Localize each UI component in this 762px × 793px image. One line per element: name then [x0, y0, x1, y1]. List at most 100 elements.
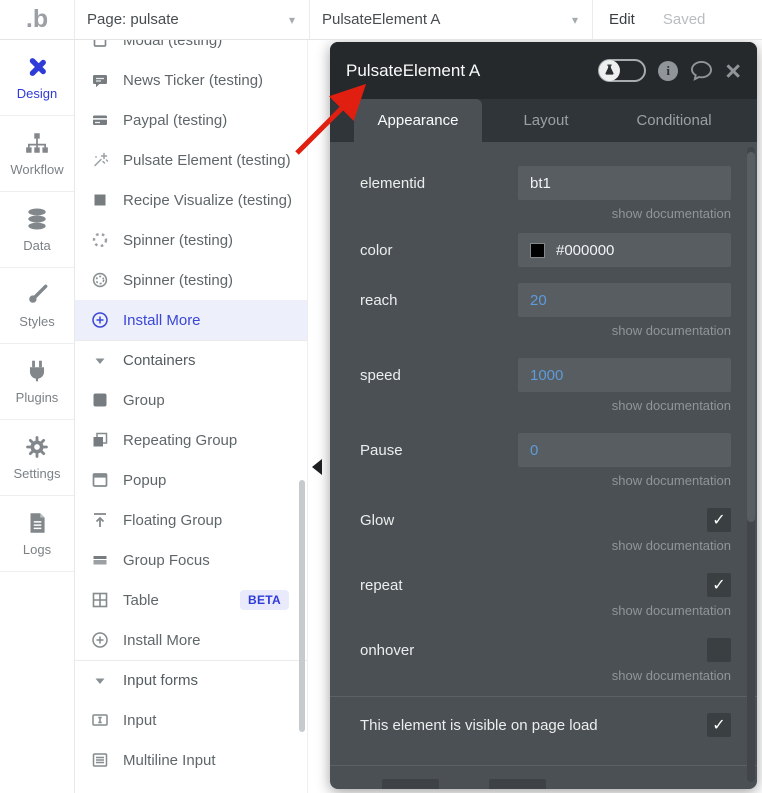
field-label: color — [360, 241, 393, 259]
rail-item-label: Styles — [19, 314, 55, 329]
popup-icon — [92, 473, 108, 487]
field-value: 0 — [530, 441, 539, 459]
palette-item-label: Group — [123, 391, 165, 409]
circle-plus-icon — [92, 632, 108, 648]
info-icon[interactable]: i — [658, 60, 679, 81]
show-documentation-link[interactable]: show documentation — [360, 668, 731, 683]
field-row-repeat: repeat — [360, 573, 731, 597]
comment-icon[interactable] — [690, 60, 713, 81]
property-editor-header: PulsateElement A i × — [330, 42, 757, 99]
field-row-onhover: onhover — [360, 638, 731, 662]
palette-item-group-focus[interactable]: Group Focus — [75, 540, 307, 580]
show-documentation-link[interactable]: show documentation — [360, 538, 731, 553]
flask-toggle-icon[interactable] — [598, 59, 647, 82]
visible-on-page-load-label: This element is visible on page load — [360, 716, 598, 734]
position-footer: X 73 Y 256 — [330, 765, 757, 789]
palette-item-label: Modal (testing) — [123, 40, 223, 49]
property-editor-body: elementid bt1 show documentation color #… — [330, 166, 757, 789]
element-title: PulsateElement A — [346, 60, 481, 80]
palette-item-label: Pulsate Element (testing) — [123, 151, 291, 169]
show-documentation-link[interactable]: show documentation — [360, 603, 731, 618]
palette-item-floating-group[interactable]: Floating Group — [75, 500, 307, 540]
field-label: speed — [360, 366, 401, 384]
field-value: bt1 — [530, 174, 551, 192]
palette-item-install-more-2[interactable]: Install More — [75, 620, 307, 660]
group-focus-icon — [93, 556, 107, 565]
show-documentation-link[interactable]: show documentation — [360, 323, 731, 338]
show-documentation-link[interactable]: show documentation — [360, 398, 731, 413]
tab-appearance[interactable]: Appearance — [354, 99, 482, 142]
palette-item-label: Floating Group — [123, 511, 223, 529]
show-documentation-link[interactable]: show documentation — [360, 473, 731, 488]
divider — [330, 696, 757, 697]
pause-field[interactable]: 0 — [518, 433, 731, 467]
field-label: Glow — [360, 511, 395, 529]
beta-badge: BETA — [240, 590, 289, 610]
rail-item-logs[interactable]: Logs — [0, 496, 74, 572]
visible-on-page-load-checkbox[interactable] — [707, 713, 731, 737]
glow-checkbox[interactable] — [707, 508, 731, 532]
palette-item-popup[interactable]: Popup — [75, 460, 307, 500]
property-tabs: Appearance Layout Conditional — [330, 99, 757, 142]
speed-field[interactable]: 1000 — [518, 358, 731, 392]
reach-field[interactable]: 20 — [518, 283, 731, 317]
palette-item-spinner-1[interactable]: Spinner (testing) — [75, 220, 307, 260]
bubble-logo[interactable]: .b — [0, 0, 75, 39]
palette-item-repeating-group[interactable]: Repeating Group — [75, 420, 307, 460]
spinner-dots-icon — [92, 232, 108, 248]
palette-item-group[interactable]: Group — [75, 380, 307, 420]
rail-item-plugins[interactable]: Plugins — [0, 344, 74, 420]
rail-item-workflow[interactable]: Workflow — [0, 116, 74, 192]
color-field[interactable]: #000000 — [518, 233, 731, 267]
field-label: Pause — [360, 441, 403, 459]
chevron-down-icon: ▾ — [571, 12, 578, 27]
tab-layout[interactable]: Layout — [482, 99, 610, 142]
y-input[interactable]: 256 — [489, 779, 547, 789]
palette-item-input[interactable]: Input — [75, 700, 307, 740]
palette-item-label: Table — [123, 591, 159, 609]
property-editor: PulsateElement A i × Appearance Layout C… — [330, 42, 757, 789]
repeat-checkbox[interactable] — [707, 573, 731, 597]
rail-item-design[interactable]: Design — [0, 40, 74, 116]
palette-section-label: Input forms — [123, 672, 199, 689]
palette-section-containers[interactable]: Containers — [75, 340, 307, 380]
onhover-checkbox[interactable] — [707, 638, 731, 662]
tab-conditional[interactable]: Conditional — [610, 99, 738, 142]
spinner-ring-icon — [92, 272, 108, 288]
flask-icon — [605, 64, 614, 75]
topbar-right: Edit Saved — [593, 0, 705, 39]
palette-item-pulsate-element[interactable]: Pulsate Element (testing) — [75, 140, 307, 180]
caret-down-icon — [95, 358, 105, 364]
palette-item-multiline-input[interactable]: Multiline Input — [75, 740, 307, 780]
inspector-scrollbar-thumb[interactable] — [747, 152, 755, 522]
field-row-color: color #000000 — [360, 233, 731, 267]
palette-item-recipe-visualize[interactable]: Recipe Visualize (testing) — [75, 180, 307, 220]
caret-down-icon — [95, 678, 105, 684]
x-input[interactable]: 73 — [382, 779, 440, 789]
palette-item-modal[interactable]: Modal (testing) — [75, 40, 307, 60]
x-label: X — [360, 787, 370, 789]
palette-item-spinner-2[interactable]: Spinner (testing) — [75, 260, 307, 300]
y-label: Y — [467, 787, 477, 789]
palette-item-paypal[interactable]: Paypal (testing) — [75, 100, 307, 140]
edit-button[interactable]: Edit — [609, 11, 635, 28]
palette-item-table[interactable]: Table BETA — [75, 580, 307, 620]
page-selector[interactable]: Page: pulsate ▾ — [75, 0, 310, 39]
save-status: Saved — [662, 11, 706, 28]
show-documentation-link[interactable]: show documentation — [360, 206, 731, 221]
elementid-field[interactable]: bt1 — [518, 166, 731, 200]
panel-collapse-handle[interactable] — [312, 459, 322, 475]
field-value: 20 — [530, 291, 547, 309]
rail-item-settings[interactable]: Settings — [0, 420, 74, 496]
element-selector[interactable]: PulsateElement A ▾ — [310, 0, 593, 39]
palette-scrollbar[interactable] — [299, 480, 305, 732]
input-icon — [92, 714, 108, 726]
rail-item-styles[interactable]: Styles — [0, 268, 74, 344]
palette-item-news-ticker[interactable]: News Ticker (testing) — [75, 60, 307, 100]
palette-item-install-more[interactable]: Install More — [75, 300, 307, 340]
palette-section-label: Containers — [123, 352, 196, 369]
palette-section-input-forms[interactable]: Input forms — [75, 660, 307, 700]
close-icon[interactable]: × — [725, 57, 741, 84]
field-row-glow: Glow — [360, 508, 731, 532]
rail-item-data[interactable]: Data — [0, 192, 74, 268]
